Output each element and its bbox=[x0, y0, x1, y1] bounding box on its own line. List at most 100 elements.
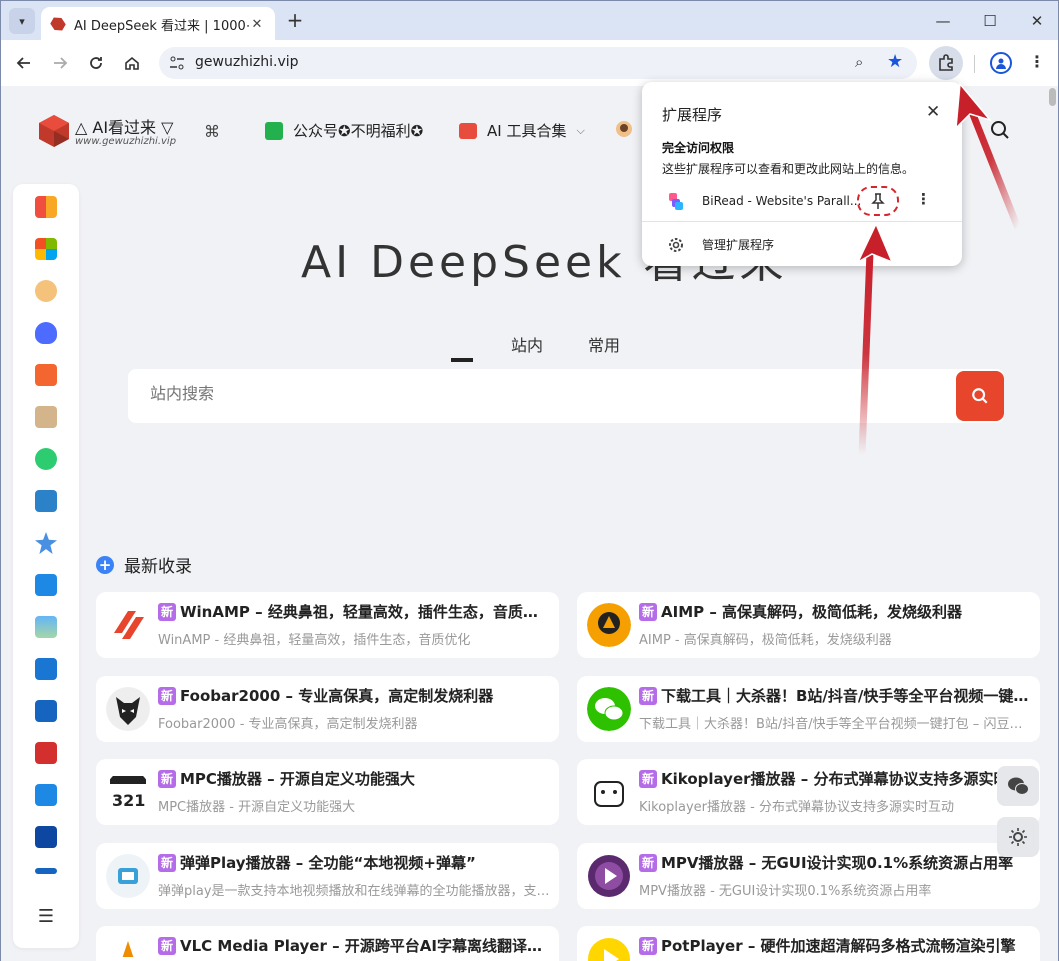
profile-button[interactable] bbox=[990, 52, 1012, 74]
new-badge: 新 bbox=[639, 770, 657, 788]
aimp-icon bbox=[587, 603, 631, 647]
new-badge: 新 bbox=[639, 937, 657, 955]
sidebar-item-video-icon[interactable] bbox=[35, 658, 57, 680]
apps-grid-icon[interactable]: ⌘ bbox=[204, 122, 220, 141]
foobar-icon bbox=[106, 687, 150, 731]
profile-icon bbox=[996, 58, 1006, 69]
extension-more-button[interactable]: ⋮ bbox=[916, 190, 931, 208]
wechat-icon bbox=[587, 687, 631, 731]
chevron-down-icon: ▾ bbox=[19, 14, 25, 28]
search-submit-button[interactable] bbox=[956, 371, 1004, 421]
pin-extension-button[interactable] bbox=[857, 186, 899, 216]
sidebar-item-chat-icon[interactable] bbox=[35, 364, 57, 386]
avatar-nav-icon[interactable] bbox=[615, 120, 633, 138]
browser-toolbar: gewuzhizhi.vip ⌕ ★ ⋮ bbox=[0, 40, 1059, 86]
popup-divider bbox=[642, 221, 962, 222]
sun-icon bbox=[1009, 828, 1027, 846]
section-header: + 最新收录 bbox=[96, 552, 192, 577]
browser-tab[interactable]: AI DeepSeek 看过来 | 1000+个 ✕ bbox=[41, 7, 275, 41]
tab-close-icon[interactable]: ✕ bbox=[249, 17, 265, 32]
popup-close-button[interactable]: ✕ bbox=[926, 102, 940, 122]
card-mpc[interactable]: 321 新 MPC播放器 – 开源自定义功能强大 MPC播放器 - 开源自定义功… bbox=[96, 759, 559, 825]
sidebar-item-image-icon[interactable] bbox=[35, 616, 57, 638]
sidebar-item-music-icon[interactable] bbox=[35, 574, 57, 596]
card-title: VLC Media Player – 开源跨平台AI字幕离线翻译引擎 bbox=[180, 937, 550, 955]
nav-item-wechat[interactable]: 公众号✪不明福利✪ bbox=[265, 120, 423, 141]
forward-button[interactable] bbox=[49, 52, 71, 74]
tab-common[interactable]: 常用 bbox=[588, 332, 620, 356]
page-scrollbar[interactable] bbox=[1049, 88, 1056, 106]
nav-label: 公众号✪不明福利✪ bbox=[293, 122, 424, 140]
card-potplayer[interactable]: 新 PotPlayer – 硬件加速超清解码多格式流畅渲染引擎 bbox=[577, 926, 1040, 961]
sidebar-item-desk-icon[interactable] bbox=[35, 406, 57, 428]
card-title: 下载工具｜大杀器！B站/抖音/快手等全平台视频一键打包 bbox=[661, 687, 1031, 705]
card-foobar[interactable]: 新 Foobar2000 – 专业高保真，高定制发烧利器 Foobar2000 … bbox=[96, 676, 559, 742]
site-logo[interactable]: △ AI看过来 ▽ www.gewuzhizhi.vip bbox=[37, 112, 197, 154]
header-search-icon[interactable] bbox=[990, 120, 1010, 145]
card-title: Kikoplayer播放器 – 分布式弹幕协议支持多源实时互动 bbox=[661, 770, 1031, 788]
sidebar-item-seal-icon[interactable] bbox=[35, 742, 57, 764]
chevron-down-icon: ⌵ bbox=[576, 123, 585, 137]
card-dandanplay[interactable]: 新 弹弹Play播放器 – 全功能“本地视频+弹幕” 弹弹play是一款支持本地… bbox=[96, 843, 559, 909]
full-access-description: 这些扩展程序可以查看和更改此网站上的信息。 bbox=[662, 162, 915, 176]
new-badge: 新 bbox=[158, 937, 176, 955]
sidebar-item-microsoft-icon[interactable] bbox=[35, 196, 57, 218]
gem-logo-icon bbox=[39, 115, 69, 147]
tab-in-site[interactable]: 站内 bbox=[511, 332, 543, 356]
close-window-button[interactable]: ✕ bbox=[1027, 11, 1047, 31]
popup-title: 扩展程序 bbox=[662, 106, 723, 124]
card-title: Foobar2000 – 专业高保真，高定制发烧利器 bbox=[180, 687, 494, 705]
browser-menu-button[interactable]: ⋮ bbox=[1029, 50, 1045, 74]
card-title: AIMP – 高保真解码，极简低耗，发烧级利器 bbox=[661, 603, 963, 621]
extensions-button[interactable] bbox=[929, 46, 963, 80]
kiko-icon bbox=[587, 770, 631, 814]
site-search-box bbox=[128, 369, 1004, 423]
card-title: MPV播放器 – 无GUI设计实现0.1%系统资源占用率 bbox=[661, 854, 1014, 872]
new-badge: 新 bbox=[158, 770, 176, 788]
recycle-icon bbox=[265, 121, 283, 140]
tab-search-button[interactable]: ▾ bbox=[9, 8, 35, 34]
sidebar-collapse-icon[interactable]: ☰ bbox=[35, 906, 57, 928]
tab-title: AI DeepSeek 看过来 | 1000+个 bbox=[74, 18, 249, 34]
card-aimp[interactable]: 新 AIMP – 高保真解码，极简低耗，发烧级利器 AIMP - 高保真解码，极… bbox=[577, 592, 1040, 658]
full-access-heading: 完全访问权限 bbox=[662, 141, 735, 155]
manage-extensions-button[interactable]: 管理扩展程序 bbox=[668, 236, 774, 253]
url-text[interactable]: gewuzhizhi.vip bbox=[195, 54, 299, 70]
sidebar-item-deepseek-icon[interactable] bbox=[35, 322, 57, 344]
sidebar-item-star-icon[interactable] bbox=[35, 532, 57, 554]
vlc-icon bbox=[106, 937, 150, 961]
sidebar-item-avatar-icon[interactable] bbox=[35, 280, 57, 302]
plus-circle-icon: + bbox=[96, 555, 114, 574]
nav-item-ai-tools[interactable]: AI 工具合集 ⌵ bbox=[459, 120, 585, 141]
wechat-float-button[interactable] bbox=[997, 766, 1039, 806]
extension-row-biread[interactable]: BiRead - Website's Parall... ⋮ bbox=[642, 186, 962, 216]
sidebar-item-translate-icon[interactable] bbox=[35, 700, 57, 722]
card-download-tool[interactable]: 新 下载工具｜大杀器！B站/抖音/快手等全平台视频一键打包 下载工具｜大杀器！B… bbox=[577, 676, 1040, 742]
search-input[interactable] bbox=[150, 384, 850, 403]
biread-icon bbox=[669, 193, 683, 210]
zoom-icon[interactable]: ⌕ bbox=[855, 53, 863, 71]
site-favicon-icon bbox=[48, 14, 67, 33]
home-button[interactable] bbox=[121, 52, 143, 74]
card-vlc[interactable]: 新 VLC Media Player – 开源跨平台AI字幕离线翻译引擎 bbox=[96, 926, 559, 961]
sidebar-item-code-icon[interactable] bbox=[35, 784, 57, 806]
address-bar[interactable]: gewuzhizhi.vip ⌕ ★ bbox=[159, 47, 917, 79]
sidebar-item-windows-icon[interactable] bbox=[35, 238, 57, 260]
card-kikoplayer[interactable]: 新 Kikoplayer播放器 – 分布式弹幕协议支持多源实时互动 Kikopl… bbox=[577, 759, 1040, 825]
minimize-button[interactable]: — bbox=[933, 11, 953, 31]
card-mpv[interactable]: 新 MPV播放器 – 无GUI设计实现0.1%系统资源占用率 MPV播放器 - … bbox=[577, 843, 1040, 909]
bookmark-star-icon[interactable]: ★ bbox=[887, 51, 903, 72]
sidebar-item-bank-icon[interactable] bbox=[35, 826, 57, 848]
pin-icon bbox=[871, 193, 885, 209]
theme-toggle-button[interactable] bbox=[997, 817, 1039, 857]
sidebar-item-wechat-icon[interactable] bbox=[35, 448, 57, 470]
card-winamp[interactable]: 新 WinAMP – 经典鼻祖，轻量高效，插件生态，音质优化 WinAMP - … bbox=[96, 592, 559, 658]
back-button[interactable] bbox=[13, 52, 35, 74]
sidebar-item-book-icon[interactable] bbox=[35, 490, 57, 512]
maximize-button[interactable]: ☐ bbox=[980, 11, 1000, 31]
new-tab-button[interactable]: + bbox=[285, 10, 305, 32]
reload-button[interactable] bbox=[85, 52, 107, 74]
sidebar-item-partial-icon[interactable] bbox=[35, 868, 57, 874]
winamp-icon bbox=[106, 603, 150, 647]
site-settings-icon[interactable] bbox=[169, 55, 185, 71]
